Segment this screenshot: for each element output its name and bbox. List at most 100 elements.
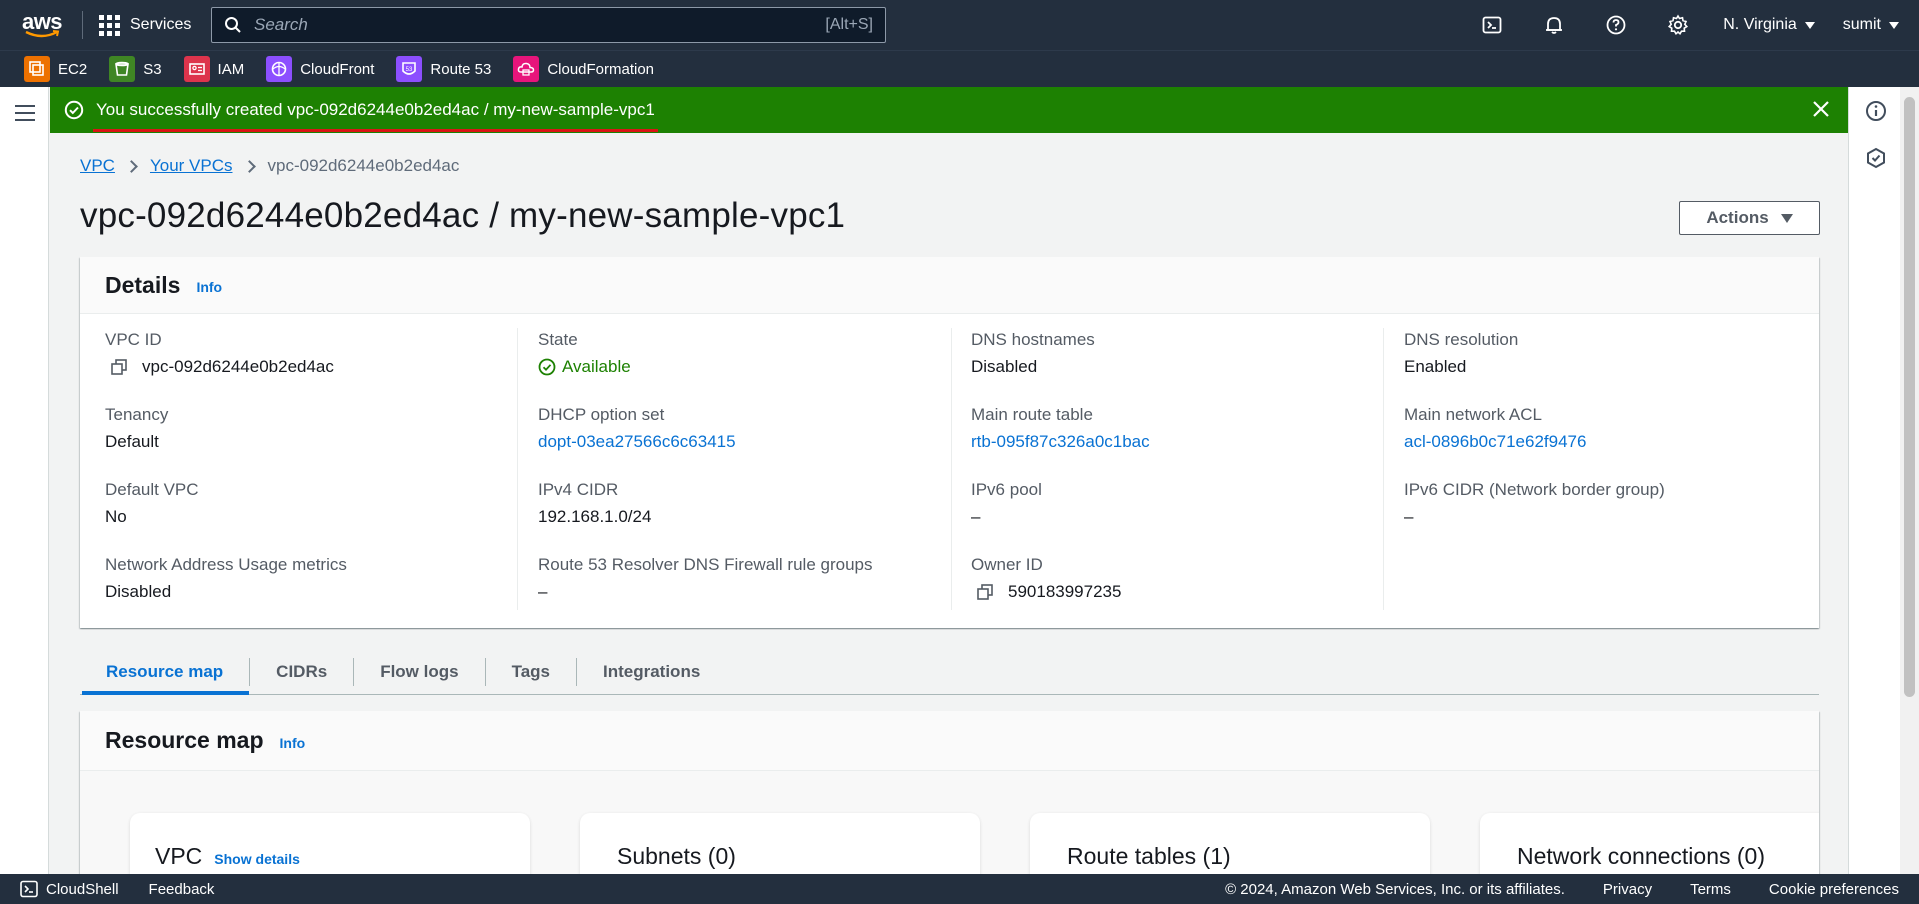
- left-navigation-rail: [0, 87, 49, 874]
- card-title: Network connections (0): [1517, 843, 1765, 869]
- feedback-panel-button[interactable]: [1865, 147, 1887, 169]
- details-grid: VPC ID vpc-092d6244e0b2ed4ac Tenancy Def…: [80, 314, 1819, 628]
- actions-label: Actions: [1706, 208, 1769, 227]
- services-menu-button[interactable]: Services: [99, 14, 191, 36]
- state-value: Available: [562, 357, 631, 376]
- field-value: No: [105, 507, 127, 526]
- resource-map-canvas: VPC Show details Subnets (0) Route table…: [80, 771, 1819, 874]
- copy-icon[interactable]: [976, 583, 994, 601]
- close-icon[interactable]: [1812, 100, 1830, 123]
- card-title: VPC: [155, 843, 203, 869]
- favorite-cloudfront[interactable]: CloudFront: [266, 56, 374, 82]
- actions-dropdown-button[interactable]: Actions: [1679, 201, 1820, 235]
- field-network-address-usage: Network Address Usage metrics Disabled: [105, 555, 347, 602]
- favorite-s3[interactable]: S3: [109, 56, 162, 82]
- footer-cloudshell-button[interactable]: CloudShell: [20, 880, 119, 898]
- search-input[interactable]: [254, 15, 826, 35]
- field-label: Tenancy: [105, 405, 169, 424]
- vpc-id-value: vpc-092d6244e0b2ed4ac: [142, 357, 334, 376]
- nav-divider: [82, 11, 83, 39]
- tab-tags[interactable]: Tags: [486, 650, 576, 694]
- favorites-bar: EC2 S3 IAM CloudFront 53 Route 53 CloudF…: [0, 50, 1919, 87]
- hexagon-icon: [1867, 147, 1885, 169]
- scrollbar-thumb[interactable]: [1904, 97, 1915, 697]
- details-column-1: VPC ID vpc-092d6244e0b2ed4ac Tenancy Def…: [105, 314, 505, 628]
- footer-right: © 2024, Amazon Web Services, Inc. or its…: [1225, 881, 1899, 898]
- field-value: Enabled: [1404, 357, 1467, 376]
- aws-logo[interactable]: aws: [12, 0, 72, 50]
- region-label: N. Virginia: [1723, 16, 1797, 33]
- field-label: Network Address Usage metrics: [105, 555, 347, 574]
- favorite-label: CloudFormation: [547, 60, 655, 78]
- show-details-link[interactable]: Show details: [214, 851, 300, 867]
- route-tables-card: Route tables (1): [1030, 813, 1430, 874]
- details-info-link[interactable]: Info: [196, 279, 222, 295]
- favorite-label: S3: [143, 60, 162, 78]
- resource-map-panel: Resource map Info VPC Show details Subne…: [80, 711, 1819, 874]
- column-divider: [1383, 328, 1384, 610]
- flash-message: You successfully created vpc-092d6244e0b…: [93, 100, 658, 132]
- page-scrollbar[interactable]: [1900, 87, 1919, 874]
- main-network-acl-link[interactable]: acl-0896b0c71e62f9476: [1404, 432, 1586, 452]
- tab-resource-map[interactable]: Resource map: [80, 650, 250, 695]
- favorite-route53[interactable]: 53 Route 53: [396, 56, 491, 82]
- gear-icon: [1668, 14, 1689, 36]
- field-value: –: [538, 582, 548, 601]
- subnets-card: Subnets (0): [580, 813, 980, 874]
- field-ipv6-pool: IPv6 pool –: [971, 480, 1042, 527]
- help-button[interactable]: [1585, 0, 1647, 50]
- favorite-ec2[interactable]: EC2: [24, 56, 87, 82]
- info-panel-button[interactable]: [1865, 100, 1887, 122]
- detail-tabs: Resource map CIDRs Flow logs Tags Integr…: [80, 650, 1819, 695]
- field-label: IPv4 CIDR: [538, 480, 619, 499]
- hamburger-menu-icon[interactable]: [15, 105, 35, 126]
- right-tools-rail: [1848, 87, 1900, 874]
- chevron-right-icon: [242, 159, 256, 173]
- field-value: –: [1404, 507, 1414, 526]
- success-flash-banner: You successfully created vpc-092d6244e0b…: [50, 87, 1848, 133]
- field-label: Main route table: [971, 405, 1093, 424]
- search-box[interactable]: [Alt+S]: [211, 7, 886, 43]
- favorite-cloudformation[interactable]: CloudFormation: [513, 56, 654, 82]
- smile-icon: [25, 30, 60, 38]
- check-circle-icon: [64, 100, 84, 120]
- vpc-card: VPC Show details: [130, 813, 530, 874]
- notifications-button[interactable]: [1523, 0, 1585, 50]
- footer-feedback-link[interactable]: Feedback: [149, 881, 215, 898]
- details-panel: Details Info VPC ID vpc-092d6244e0b2ed4a…: [80, 257, 1819, 628]
- details-heading: Details: [105, 271, 181, 298]
- field-ipv4-cidr: IPv4 CIDR 192.168.1.0/24: [538, 480, 651, 527]
- region-selector[interactable]: N. Virginia: [1709, 0, 1829, 50]
- favorite-label: EC2: [58, 60, 88, 78]
- tab-integrations[interactable]: Integrations: [577, 650, 726, 694]
- details-header: Details Info: [80, 257, 1819, 314]
- breadcrumb-vpc[interactable]: VPC: [80, 156, 115, 176]
- footer-privacy-link[interactable]: Privacy: [1603, 881, 1652, 898]
- cloudshell-button[interactable]: [1461, 0, 1523, 50]
- favorite-label: CloudFront: [300, 60, 375, 78]
- main-route-table-link[interactable]: rtb-095f87c326a0c1bac: [971, 432, 1150, 452]
- help-icon: [1606, 15, 1626, 35]
- grid-icon: [99, 14, 120, 36]
- field-label: IPv6 CIDR (Network border group): [1404, 480, 1665, 499]
- favorite-iam[interactable]: IAM: [183, 56, 244, 82]
- resource-map-info-link[interactable]: Info: [280, 735, 306, 751]
- dhcp-option-set-link[interactable]: dopt-03ea27566c6c63415: [538, 432, 736, 452]
- tab-cidrs[interactable]: CIDRs: [250, 650, 353, 694]
- tab-flow-logs[interactable]: Flow logs: [354, 650, 484, 694]
- footer-cloudshell-label: CloudShell: [46, 880, 119, 898]
- footer-cookie-link[interactable]: Cookie preferences: [1769, 881, 1899, 898]
- breadcrumb-current: vpc-092d6244e0b2ed4ac: [267, 156, 460, 175]
- field-label: DHCP option set: [538, 405, 665, 424]
- card-title: Subnets (0): [617, 843, 736, 869]
- field-label: Route 53 Resolver DNS Firewall rule grou…: [538, 555, 873, 574]
- copy-icon[interactable]: [110, 358, 128, 376]
- breadcrumb-your-vpcs[interactable]: Your VPCs: [150, 156, 233, 176]
- details-column-2: State Available DHCP option set dopt-03e…: [538, 314, 938, 628]
- page-title: vpc-092d6244e0b2ed4ac / my-new-sample-vp…: [80, 196, 846, 235]
- footer-terms-link[interactable]: Terms: [1690, 881, 1731, 898]
- account-menu[interactable]: sumit: [1829, 0, 1919, 50]
- settings-button[interactable]: [1647, 0, 1709, 50]
- field-value: rtb-095f87c326a0c1bac: [971, 432, 1150, 452]
- top-navigation: aws Services [Alt+S] N. Virginia sumit: [0, 0, 1919, 50]
